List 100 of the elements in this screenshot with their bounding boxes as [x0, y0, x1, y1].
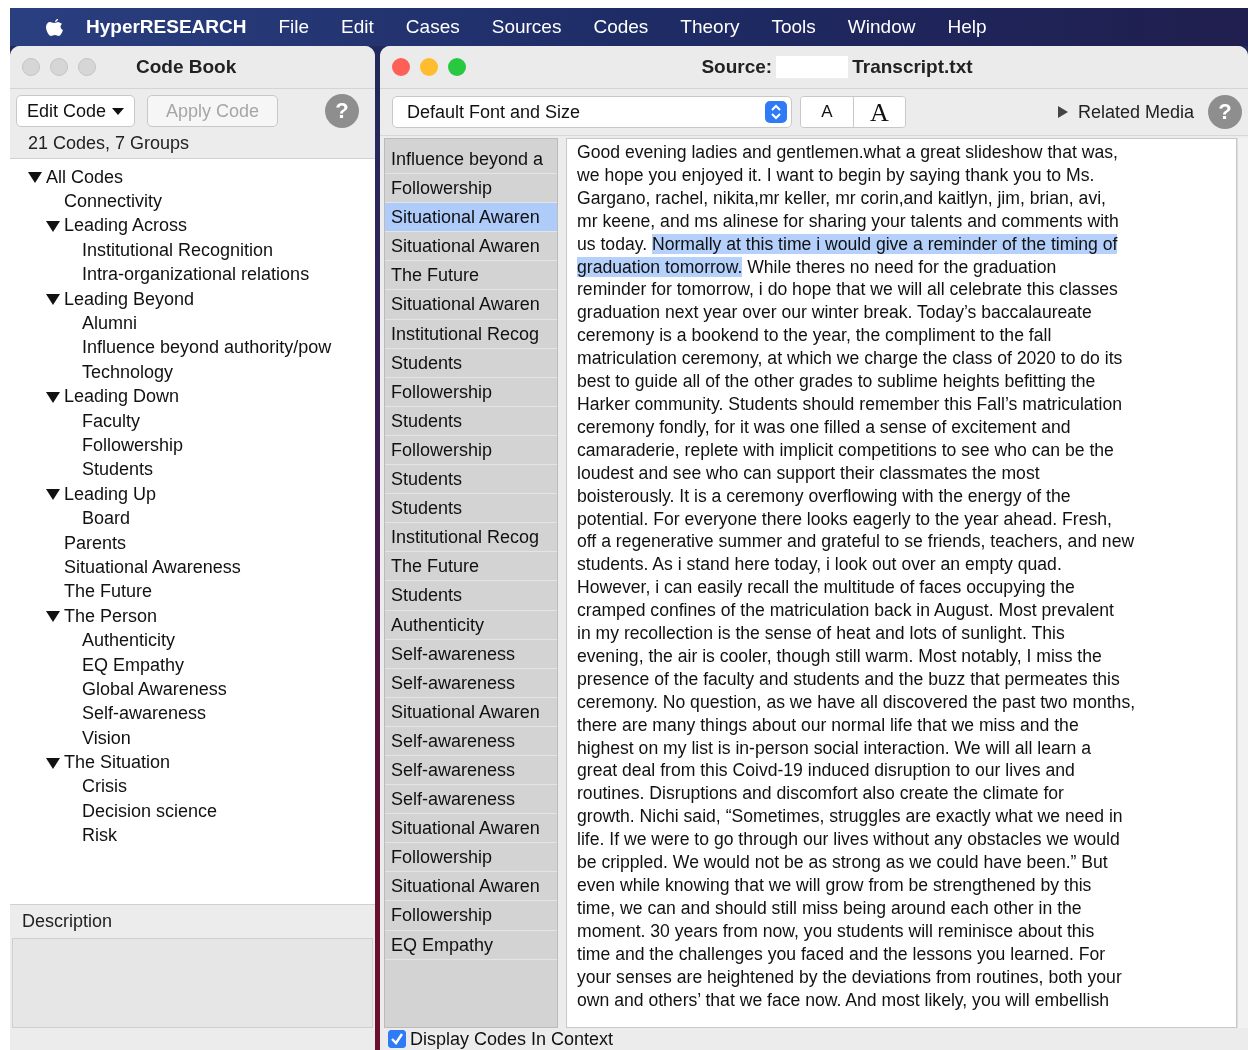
- disclosure-triangle-icon[interactable]: [46, 487, 60, 502]
- transcript-text: Good evening ladies and gentlemen.what a great slideshow that was,: [577, 142, 1118, 162]
- transcript-text: best to guide all of the other grades to sublime heights befitting the: [577, 371, 1096, 392]
- code-label[interactable]: Followership: [385, 435, 557, 466]
- stepper-icon: [765, 101, 787, 123]
- tree-item[interactable]: Leading Across: [64, 215, 188, 237]
- code-label[interactable]: Influence beyond a: [385, 145, 557, 175]
- menu-item[interactable]: Window: [831, 16, 932, 38]
- tree-item[interactable]: Leading Down: [64, 386, 180, 408]
- transcript-text: ceremony fondly, for it was one filled a sense of excitement and: [577, 416, 1071, 437]
- code-label[interactable]: Situational Awaren: [385, 203, 557, 233]
- checkbox-label: Display Codes In Context: [410, 1028, 614, 1050]
- menu-item[interactable]: Codes: [577, 16, 665, 38]
- code-label[interactable]: Situational Awaren: [385, 872, 557, 902]
- transcript-text: boisterously. It is a ceremony overflowing with the energy of the: [577, 485, 1071, 506]
- code-label[interactable]: Followership: [385, 377, 557, 407]
- code-label[interactable]: Students: [385, 581, 557, 611]
- code-label[interactable]: Self-awareness: [385, 668, 557, 698]
- tree-item[interactable]: Intra-organizational relations: [82, 264, 310, 286]
- code-label[interactable]: Institutional Recog: [385, 523, 557, 553]
- tree-item[interactable]: Technology: [82, 361, 174, 383]
- code-label[interactable]: Self-awareness: [385, 639, 557, 669]
- menu-item[interactable]: Cases: [389, 16, 476, 38]
- tree-item[interactable]: The Person: [64, 605, 158, 627]
- transcript-text: graduation next year over our winter break. Today’s baccalaureate: [577, 302, 1092, 323]
- code-label[interactable]: Students: [385, 465, 557, 495]
- transcript-text: students. As i stand here today, i look out over an empty quad.: [577, 554, 1062, 575]
- tree-item[interactable]: Institutional Recognition: [82, 239, 274, 261]
- menu-item[interactable]: Tools: [755, 16, 832, 38]
- menu-item[interactable]: Edit: [325, 16, 390, 38]
- code-label[interactable]: Self-awareness: [385, 726, 557, 756]
- transcript-text: mr keene, and ms alinese for sharing your talents and comments with: [577, 210, 1119, 231]
- tree-item[interactable]: All Codes: [46, 166, 124, 188]
- window-control-button[interactable]: [392, 58, 410, 76]
- description-field[interactable]: [12, 938, 373, 1028]
- app-menu[interactable]: HyperRESEARCH: [86, 16, 263, 38]
- code-label[interactable]: Students: [385, 406, 557, 436]
- edit-code-button[interactable]: Edit Code: [16, 95, 136, 127]
- menu-item[interactable]: Sources: [475, 16, 578, 38]
- tree-item[interactable]: Decision science: [82, 800, 218, 822]
- tree-item[interactable]: Connectivity: [64, 191, 163, 213]
- transcript-text: Gargano, rachel, nikita,mr keller, mr corin,and kaitlyn, jim, brian, avi,: [577, 187, 1106, 208]
- transcript-text: time, we can and should still miss being around each other in the: [577, 897, 1082, 918]
- transcript-text: great deal from this Coivd-19 induced disruption to our lives and: [577, 760, 1075, 781]
- tree-item[interactable]: Authenticity: [82, 630, 176, 652]
- tree-item[interactable]: Influence beyond authority/pow: [82, 337, 332, 359]
- checkbox[interactable]: [388, 1030, 406, 1048]
- tree-item[interactable]: The Situation: [64, 752, 171, 774]
- font-dropdown[interactable]: Default Font and Size: [392, 96, 792, 128]
- larger-font-button[interactable]: A: [853, 97, 905, 127]
- code-label[interactable]: Situational Awaren: [385, 697, 557, 727]
- tree-item[interactable]: Students: [82, 459, 154, 481]
- code-label[interactable]: Followership: [385, 843, 557, 873]
- transcript-text: presence of the faculty and students and the buzz that permeates this: [577, 668, 1120, 689]
- disclosure-triangle-icon[interactable]: [46, 292, 60, 307]
- code-label[interactable]: The Future: [385, 552, 557, 582]
- smaller-font-button[interactable]: A: [801, 97, 853, 127]
- disclosure-triangle-icon[interactable]: [46, 218, 60, 233]
- disclosure-triangle-icon[interactable]: [46, 389, 60, 404]
- transcript-text: reminder for tomorrow, i do hope that we will all celebrate this classes: [577, 279, 1118, 300]
- code-label[interactable]: Self-awareness: [385, 785, 557, 815]
- tree-item[interactable]: Board: [82, 508, 131, 530]
- disclosure-triangle-icon[interactable]: [46, 755, 60, 770]
- scrollbar[interactable]: [1237, 138, 1248, 1028]
- code-label[interactable]: Institutional Recog: [385, 319, 557, 349]
- tree-item[interactable]: Situational Awareness: [64, 556, 241, 578]
- tree-item[interactable]: Faculty: [82, 410, 141, 432]
- transcript-text: time and the challenges you faced and the lessons you learned. For: [577, 943, 1106, 964]
- menu-item[interactable]: Help: [931, 16, 1003, 38]
- code-label[interactable]: EQ Empathy: [385, 930, 557, 960]
- related-media-button[interactable]: Related Media: [1051, 100, 1200, 124]
- tree-item[interactable]: EQ Empathy: [82, 654, 185, 676]
- code-label[interactable]: The Future: [385, 261, 557, 291]
- caret-icon: [112, 107, 125, 115]
- tree-item[interactable]: Leading Beyond: [64, 288, 195, 310]
- code-label[interactable]: Situational Awaren: [385, 290, 557, 320]
- menu-item[interactable]: File: [262, 16, 326, 38]
- tree-item[interactable]: Alumni: [82, 313, 138, 335]
- code-label[interactable]: Followership: [385, 901, 557, 931]
- transcript-text: us today.: [577, 233, 649, 254]
- code-label[interactable]: Students: [385, 348, 557, 378]
- tree-item[interactable]: Crisis: [82, 776, 127, 798]
- disclosure-triangle-icon[interactable]: [28, 170, 42, 185]
- tree-item[interactable]: Global Awareness: [82, 678, 227, 700]
- tree-item[interactable]: Parents: [64, 532, 127, 554]
- code-label[interactable]: Self-awareness: [385, 755, 557, 786]
- tree-item[interactable]: Vision: [82, 727, 131, 749]
- disclosure-triangle-icon[interactable]: [46, 609, 60, 624]
- code-label[interactable]: Authenticity: [385, 610, 557, 640]
- tree-item[interactable]: Leading Up: [64, 483, 157, 505]
- transcript-text: there are many things about our normal life that we miss and the: [577, 714, 1079, 735]
- code-label[interactable]: Students: [385, 494, 557, 524]
- code-label[interactable]: Situational Awaren: [385, 232, 557, 262]
- tree-item[interactable]: Followership: [82, 435, 184, 456]
- tree-item[interactable]: Risk: [82, 825, 117, 847]
- tree-item[interactable]: The Future: [64, 581, 153, 603]
- tree-item[interactable]: Self-awareness: [82, 703, 207, 725]
- menu-item[interactable]: Theory: [664, 16, 756, 38]
- transcript-text: your senses are heightened by the deviations from routines, both your: [577, 966, 1122, 987]
- code-label[interactable]: Situational Awaren: [385, 814, 557, 844]
